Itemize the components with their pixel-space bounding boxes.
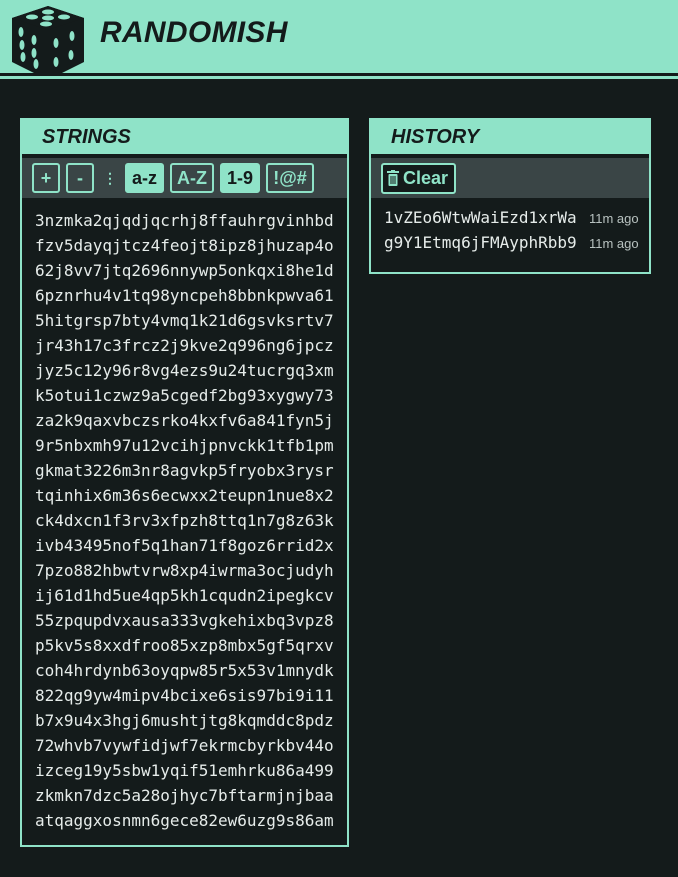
string-item[interactable]: izceg19y5sbw1yqif51emhrku86a499 xyxy=(35,758,347,783)
app-header: RANDOMISH xyxy=(0,0,678,80)
string-item[interactable]: atqaggxosnmn6gece82ew6uzg9s86am xyxy=(35,808,347,833)
history-panel: HISTORY Clear 1vZEo6WtwWaiEzd1xrWa 11m ag… xyxy=(369,118,651,274)
strings-list: 3nzmka2qjqdjqcrhj8ffauhrgvinhbd fzv5dayqj… xyxy=(22,198,347,833)
clear-label: Clear xyxy=(403,167,449,188)
string-item[interactable]: k5otui1czwz9a5cgedf2bg93xygwy73 xyxy=(35,383,347,408)
history-item[interactable]: g9Y1Etmq6jFMAyphRbb9 11m ago xyxy=(384,233,649,258)
history-item[interactable]: 1vZEo6WtwWaiEzd1xrWa 11m ago xyxy=(384,208,649,233)
string-item[interactable]: ck4dxcn1f3rv3xfpzh8ttq1n7g8z63k xyxy=(35,508,347,533)
lowercase-toggle[interactable]: a-z xyxy=(125,163,164,193)
string-item[interactable]: tqinhix6m36s6ecwxx2teupn1nue8x2 xyxy=(35,483,347,508)
digits-toggle[interactable]: 1-9 xyxy=(220,163,260,193)
string-item[interactable]: za2k9qaxvbczsrko4kxfv6a841fyn5j xyxy=(35,408,347,433)
string-item[interactable]: 6pznrhu4v1tq98yncpeh8bbnkpwva61 xyxy=(35,283,347,308)
drag-handle-icon[interactable]: ⋮ xyxy=(103,170,117,187)
strings-toolbar: + - ⋮ a-z A-Z 1-9 !@# xyxy=(22,158,347,198)
string-item[interactable]: 7pzo882hbwtvrw8xp4iwrma3ocjudyh xyxy=(35,558,347,583)
string-item[interactable]: 62j8vv7jtq2696nnywp5onkqxi8he1d xyxy=(35,258,347,283)
string-item[interactable]: fzv5dayqjtcz4feojt8ipz8jhuzap4o xyxy=(35,233,347,258)
string-item[interactable]: 3nzmka2qjqdjqcrhj8ffauhrgvinhbd xyxy=(35,208,347,233)
string-item[interactable]: gkmat3226m3nr8agvkp5fryobx3rysr xyxy=(35,458,347,483)
history-timestamp: 11m ago xyxy=(589,211,639,226)
string-item[interactable]: ij61d1hd5ue4qp5kh1cqudn2ipegkcv xyxy=(35,583,347,608)
history-timestamp: 11m ago xyxy=(589,236,639,251)
string-item[interactable]: jyz5c12y96r8vg4ezs9u24tucrgq3xm xyxy=(35,358,347,383)
strings-panel: STRINGS + - ⋮ a-z A-Z 1-9 !@# 3nzmka2qjq… xyxy=(20,118,349,847)
history-value: g9Y1Etmq6jFMAyphRbb9 xyxy=(384,233,577,252)
trash-icon xyxy=(387,170,399,186)
string-item[interactable]: coh4hrdynb63oyqpw85r5x53v1mnydk xyxy=(35,658,347,683)
strings-panel-title: STRINGS xyxy=(22,120,347,154)
uppercase-toggle[interactable]: A-Z xyxy=(170,163,214,193)
string-item[interactable]: 5hitgrsp7bty4vmq1k21d6gsvksrtv7 xyxy=(35,308,347,333)
string-item[interactable]: 72whvb7vywfidjwf7ekrmcbyrkbv44o xyxy=(35,733,347,758)
string-item[interactable]: p5kv5s8xxdfroo85xzp8mbx5gf5qrxv xyxy=(35,633,347,658)
history-value: 1vZEo6WtwWaiEzd1xrWa xyxy=(384,208,577,227)
dice-icon xyxy=(12,6,84,80)
string-item[interactable]: zkmkn7dzc5a28ojhyc7bftarmjnjbaa xyxy=(35,783,347,808)
history-panel-title: HISTORY xyxy=(371,120,649,154)
history-toolbar: Clear xyxy=(371,158,649,198)
header-divider xyxy=(0,76,678,79)
string-item[interactable]: 822qg9yw4mipv4bcixe6sis97bi9i11 xyxy=(35,683,347,708)
remove-string-button[interactable]: - xyxy=(66,163,94,193)
string-item[interactable]: 55zpqupdvxausa333vgkehixbq3vpz8 xyxy=(35,608,347,633)
app-title: RANDOMISH xyxy=(100,16,288,49)
clear-history-button[interactable]: Clear xyxy=(381,162,457,194)
string-item[interactable]: ivb43495nof5q1han71f8goz6rrid2x xyxy=(35,533,347,558)
history-list: 1vZEo6WtwWaiEzd1xrWa 11m ago g9Y1Etmq6jFMA… xyxy=(371,198,649,258)
string-item[interactable]: 9r5nbxmh97u12vcihjpnvckk1tfb1pm xyxy=(35,433,347,458)
string-item[interactable]: jr43h17c3frcz2j9kve2q996ng6jpcz xyxy=(35,333,347,358)
symbols-toggle[interactable]: !@# xyxy=(266,163,314,193)
add-string-button[interactable]: + xyxy=(32,163,60,193)
string-item[interactable]: b7x9u4x3hgj6mushtjtg8kqmddc8pdz xyxy=(35,708,347,733)
